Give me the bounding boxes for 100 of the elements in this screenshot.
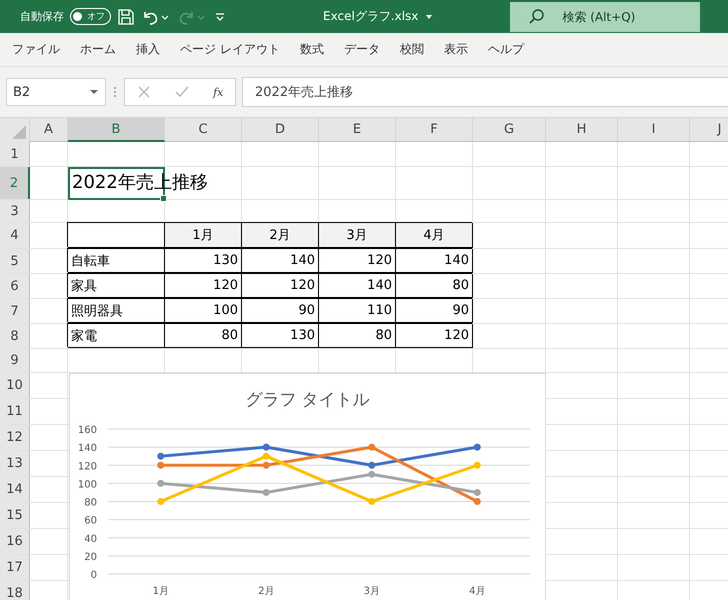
menu-tab[interactable]: ホーム xyxy=(72,33,124,66)
search-field[interactable]: 検索 (Alt+Q) xyxy=(510,2,700,32)
autosave-label: 自動保存 xyxy=(20,9,64,24)
point xyxy=(368,498,376,505)
row-header[interactable]: 13 xyxy=(0,451,30,476)
point xyxy=(368,470,376,478)
table-cell: 80 xyxy=(319,324,396,348)
table-cell: 80 xyxy=(165,324,242,348)
table-cell: 140 xyxy=(242,249,319,273)
table-cell: 3月 xyxy=(319,223,396,248)
table-cell: 130 xyxy=(242,324,319,348)
cancel-icon[interactable] xyxy=(136,85,151,99)
row-header[interactable]: 3 xyxy=(0,200,30,222)
row-header[interactable]: 7 xyxy=(0,299,30,323)
row-header[interactable]: 4 xyxy=(0,223,30,248)
grip-icon[interactable] xyxy=(112,84,118,100)
point xyxy=(157,452,164,460)
name-box[interactable]: B2 xyxy=(6,78,106,106)
table-cell: 2月 xyxy=(242,223,319,248)
table-cell: 130 xyxy=(165,249,242,273)
row-header[interactable]: 10 xyxy=(0,373,30,398)
table-cell: 自転車 xyxy=(68,249,165,273)
table-cell: 120 xyxy=(319,249,396,273)
y-axis-label: 20 xyxy=(84,552,97,563)
column-header[interactable]: C xyxy=(165,118,242,142)
column-header[interactable]: D xyxy=(242,118,319,142)
y-axis-label: 0 xyxy=(90,570,97,581)
x-axis-label: 1月 xyxy=(152,586,169,597)
row-header[interactable]: 18 xyxy=(0,581,30,600)
save-icon[interactable] xyxy=(117,8,135,26)
menu-tab[interactable]: ヘルプ xyxy=(480,33,532,66)
menu-tab[interactable]: 校閲 xyxy=(392,33,432,66)
column-header[interactable]: H xyxy=(546,118,618,142)
row-header[interactable]: 11 xyxy=(0,399,30,424)
menu-tab[interactable]: データ xyxy=(336,33,388,66)
row-header[interactable]: 9 xyxy=(0,349,30,372)
table-cell: 120 xyxy=(396,324,473,348)
table-cell: 120 xyxy=(242,274,319,298)
insert-function-button[interactable]: fx xyxy=(213,86,224,98)
row-header[interactable]: 6 xyxy=(0,274,30,298)
point xyxy=(368,462,376,469)
point xyxy=(262,488,270,496)
check-icon[interactable] xyxy=(174,85,190,99)
row-header[interactable]: 14 xyxy=(0,477,30,502)
dropdown-caret-icon xyxy=(89,87,99,97)
point xyxy=(262,452,270,460)
x-axis-label: 2月 xyxy=(258,586,274,597)
y-axis-label: 120 xyxy=(78,461,97,472)
column-header[interactable]: J xyxy=(690,118,728,142)
x-axis-label: 4月 xyxy=(469,586,486,597)
row-header[interactable]: 5 xyxy=(0,249,30,273)
table-cell: 90 xyxy=(242,299,319,323)
point xyxy=(157,462,164,469)
row-header[interactable]: 1 xyxy=(0,142,30,166)
row-header[interactable]: 17 xyxy=(0,555,30,580)
table-cell: 1月 xyxy=(165,223,242,248)
file-name[interactable]: Excelグラフ.xlsx xyxy=(323,8,418,25)
table-cell: 140 xyxy=(396,249,473,273)
y-axis-label: 60 xyxy=(84,516,97,527)
table-cell: 照明器具 xyxy=(68,299,165,323)
point xyxy=(368,444,376,451)
select-all-icon[interactable] xyxy=(12,125,26,139)
table-cell: 家具 xyxy=(68,274,165,298)
chart-area[interactable]: グラフ タイトル 0 20 40 60 80 100 120 140 160 1月 2月 3月 4月 xyxy=(69,373,546,600)
y-axis-label: 80 xyxy=(84,498,97,508)
y-axis-label: 140 xyxy=(78,443,97,454)
row-header[interactable]: 12 xyxy=(0,425,30,450)
table-cell: 80 xyxy=(396,274,473,298)
table-cell: 4月 xyxy=(396,223,473,248)
table-cell: 140 xyxy=(319,274,396,298)
chart-title: グラフ タイトル xyxy=(245,390,370,410)
row-header[interactable]: 2 xyxy=(0,167,30,199)
column-header[interactable]: G xyxy=(473,118,546,142)
point xyxy=(157,498,164,505)
point xyxy=(157,480,164,487)
menu-tab[interactable]: ファイル xyxy=(4,33,68,66)
formula-field[interactable]: 2022年売上推移 xyxy=(242,77,728,107)
point xyxy=(474,498,481,505)
menu-tab[interactable]: 表示 xyxy=(436,33,476,66)
menu-tab[interactable]: 挿入 xyxy=(128,33,168,66)
point xyxy=(262,462,270,469)
row-header[interactable]: 16 xyxy=(0,529,30,554)
column-header[interactable]: I xyxy=(618,118,690,142)
table-cell: 90 xyxy=(396,299,473,323)
menu-tab[interactable]: ページ レイアウト xyxy=(172,33,288,66)
menu-tab[interactable]: 数式 xyxy=(292,33,332,66)
table-cell: 家電 xyxy=(68,324,165,348)
y-axis-label: 100 xyxy=(78,479,97,490)
column-header[interactable]: E xyxy=(319,118,396,142)
x-axis-label: 3月 xyxy=(364,586,380,597)
table-cell: 110 xyxy=(319,299,396,323)
y-axis-label: 40 xyxy=(84,534,97,545)
row-header[interactable]: 8 xyxy=(0,324,30,348)
point xyxy=(474,462,481,469)
column-header[interactable]: B xyxy=(68,118,165,142)
search-icon xyxy=(528,8,546,26)
row-header[interactable]: 15 xyxy=(0,503,30,528)
autosave-toggle[interactable]: オフ xyxy=(70,8,111,25)
table-cell: 120 xyxy=(165,274,242,298)
column-header[interactable]: F xyxy=(396,118,473,142)
